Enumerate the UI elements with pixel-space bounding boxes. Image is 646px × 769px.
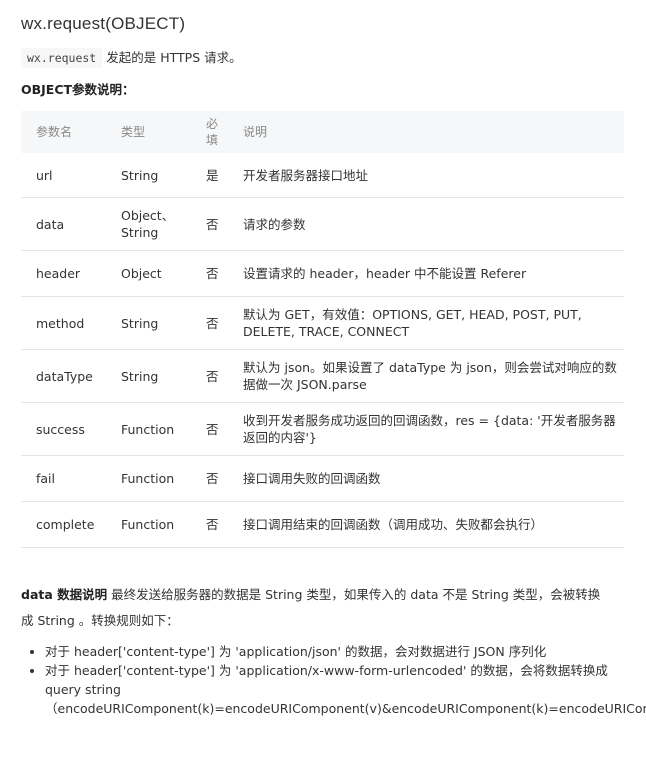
header-name: 参数名 [36, 125, 73, 139]
table-row: fail Function 否 接口调用失败的回调函数 [21, 455, 624, 502]
table-row: data Object、String 否 请求的参数 [21, 197, 624, 251]
section-heading: OBJECT参数说明： [21, 82, 135, 97]
param-description: 收到开发者服务成功返回的回调函数，res = {data: '开发者服务器返回的… [228, 402, 624, 456]
param-description: 请求的参数 [228, 197, 624, 251]
param-required: 否 [191, 501, 228, 548]
param-type: String [106, 153, 191, 198]
param-required: 是 [191, 153, 228, 198]
param-name: header [21, 250, 106, 297]
param-name: complete [21, 501, 106, 548]
param-type: Function [106, 402, 191, 456]
param-required: 否 [191, 402, 228, 456]
param-required: 否 [191, 455, 228, 502]
param-required: 否 [191, 250, 228, 297]
conversion-rules-list: 对于 header['content-type'] 为 'application… [21, 642, 646, 719]
table-row: dataType String 否 默认为 json。如果设置了 dataTyp… [21, 349, 624, 403]
param-name: url [21, 153, 106, 198]
param-type: Object [106, 250, 191, 297]
param-type: String [106, 296, 191, 350]
header-required: 必填 [206, 117, 219, 147]
table-header-row: 参数名 类型 必填 说明 [21, 111, 624, 153]
intro-text: 发起的是 HTTPS 请求。 [106, 50, 242, 65]
param-description: 设置请求的 header，header 中不能设置 Referer [228, 250, 624, 297]
rule-text: 对于 header['content-type'] 为 'application… [45, 644, 547, 659]
param-name: success [21, 402, 106, 456]
param-required: 否 [191, 349, 228, 403]
rule-example: （encodeURIComponent(k)=encodeURIComponen… [45, 701, 646, 716]
header-description: 说明 [243, 125, 268, 139]
rule-text: 对于 header['content-type'] 为 'application… [45, 663, 608, 697]
data-note-label: data 数据说明 [21, 587, 108, 602]
param-required: 否 [191, 296, 228, 350]
param-name: fail [21, 455, 106, 502]
doc-page: wx.request(OBJECT) wx.request 发起的是 HTTPS … [0, 0, 646, 719]
param-description: 接口调用失败的回调函数 [228, 455, 624, 502]
param-description: 默认为 json。如果设置了 dataType 为 json，则会尝试对响应的数… [228, 349, 624, 403]
param-type: String [106, 349, 191, 403]
table-row: method String 否 默认为 GET，有效值：OPTIONS, GET… [21, 296, 624, 350]
param-required: 否 [191, 197, 228, 251]
intro-paragraph: wx.request 发起的是 HTTPS 请求。 [21, 47, 625, 69]
param-name: method [21, 296, 106, 350]
table-row: url String 是 开发者服务器接口地址 [21, 153, 624, 198]
page-title: wx.request(OBJECT) [21, 14, 186, 33]
param-description: 开发者服务器接口地址 [228, 153, 624, 198]
inline-code: wx.request [21, 48, 103, 68]
header-type: 类型 [121, 125, 146, 139]
param-name: dataType [21, 349, 106, 403]
param-type: Function [106, 455, 191, 502]
param-description: 接口调用结束的回调函数（调用成功、失败都会执行） [228, 501, 624, 548]
data-note-paragraph: data 数据说明 最终发送给服务器的数据是 String 类型，如果传入的 d… [21, 582, 611, 634]
table-row: header Object 否 设置请求的 header，header 中不能设… [21, 250, 624, 297]
param-type: Function [106, 501, 191, 548]
table-row: complete Function 否 接口调用结束的回调函数（调用成功、失败都… [21, 501, 624, 548]
params-table: 参数名 类型 必填 说明 url String 是 开发者服务器接口地址 dat… [21, 111, 624, 548]
param-description: 默认为 GET，有效值：OPTIONS, GET, HEAD, POST, PU… [228, 296, 624, 350]
param-type: Object、String [106, 197, 191, 251]
param-name: data [21, 197, 106, 251]
list-item: 对于 header['content-type'] 为 'application… [45, 642, 625, 661]
list-item: 对于 header['content-type'] 为 'application… [45, 661, 646, 719]
table-row: success Function 否 收到开发者服务成功返回的回调函数，res … [21, 402, 624, 456]
data-note-text: 最终发送给服务器的数据是 String 类型，如果传入的 data 不是 Str… [21, 587, 601, 628]
